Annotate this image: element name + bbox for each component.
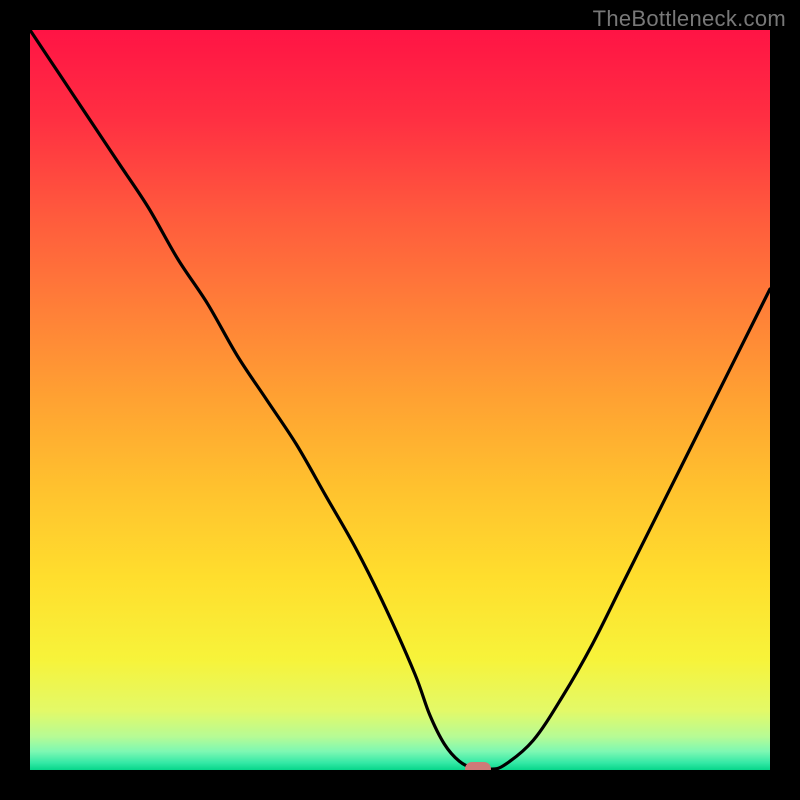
chart-frame: TheBottleneck.com — [0, 0, 800, 800]
bottleneck-curve — [30, 30, 770, 770]
plot-area — [30, 30, 770, 770]
optimum-marker — [465, 762, 491, 770]
watermark-text: TheBottleneck.com — [593, 6, 786, 32]
